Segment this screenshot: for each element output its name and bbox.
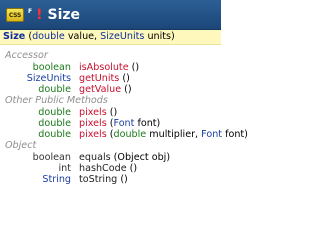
method-name: pixels	[79, 107, 107, 118]
method-row[interactable]: String toString ()	[0, 174, 221, 185]
method-args: ()	[117, 174, 128, 185]
param-type-font: Font	[201, 129, 223, 140]
exclamation-icon: !	[36, 6, 43, 23]
section-other-public-methods: Other Public Methods	[5, 95, 108, 106]
method-args-close: font)	[222, 129, 248, 140]
method-args-mid: multiplier,	[146, 129, 202, 140]
method-signature: isAbsolute ()	[71, 62, 139, 73]
method-args-open: (	[106, 129, 114, 140]
param-type-font: Font	[113, 118, 135, 129]
method-args: (Object obj)	[110, 152, 171, 163]
method-row[interactable]: boolean equals (Object obj)	[0, 152, 221, 163]
method-row[interactable]: double pixels ()	[0, 107, 221, 118]
method-signature: equals (Object obj)	[71, 152, 170, 163]
method-signature: getUnits ()	[71, 73, 130, 84]
method-signature: getValue ()	[71, 84, 132, 95]
return-type: boolean	[32, 62, 71, 73]
method-row[interactable]: double getValue ()	[0, 84, 221, 95]
param-type-double: double	[113, 129, 147, 140]
method-signature: hashCode ()	[71, 163, 137, 174]
method-row[interactable]: double pixels (Font font)	[0, 118, 221, 129]
section-object: Object	[5, 140, 37, 151]
class-header: CSS F ! Size	[0, 0, 221, 30]
method-args-close: font)	[134, 118, 161, 129]
method-args: ()	[126, 163, 138, 174]
param-units: units	[144, 31, 172, 42]
final-icon: F	[28, 8, 33, 15]
method-signature: pixels (Font font)	[71, 118, 160, 129]
return-type: double	[38, 129, 71, 140]
method-args-open: (	[106, 118, 114, 129]
constructor-row[interactable]: Size (double value, SizeUnits units)	[0, 30, 221, 45]
method-args: ()	[119, 73, 130, 84]
section-accessor: Accessor	[5, 50, 48, 61]
method-row[interactable]: SizeUnits getUnits ()	[0, 73, 221, 84]
method-name: pixels	[79, 129, 107, 140]
method-row[interactable]: double pixels (double multiplier, Font f…	[0, 129, 248, 140]
method-row[interactable]: boolean isAbsolute ()	[0, 62, 221, 73]
method-name: toString	[79, 174, 118, 185]
class-card: CSS F ! Size Size (double value, SizeUni…	[0, 0, 248, 212]
method-signature: pixels ()	[71, 107, 117, 118]
method-name: getUnits	[79, 73, 120, 84]
method-row[interactable]: int hashCode ()	[0, 163, 221, 174]
constructor-close: )	[171, 31, 175, 42]
constructor-name: Size	[3, 31, 26, 42]
method-name: isAbsolute	[79, 62, 129, 73]
method-name: getValue	[79, 84, 122, 95]
return-type: String	[42, 174, 71, 185]
method-name: hashCode	[79, 163, 127, 174]
method-name: equals	[79, 152, 111, 163]
method-args: ()	[128, 62, 140, 73]
method-signature: pixels (double multiplier, Font font)	[71, 129, 248, 140]
param-value: value,	[64, 31, 101, 42]
param-type-double: double	[32, 31, 65, 42]
method-args: ()	[121, 84, 132, 95]
css-icon: CSS	[6, 7, 24, 22]
return-type: double	[38, 118, 71, 129]
method-name: pixels	[79, 118, 107, 129]
return-type: double	[38, 84, 71, 95]
param-type-sizeunits: SizeUnits	[100, 31, 145, 42]
return-type: int	[58, 163, 71, 174]
return-type: boolean	[32, 152, 71, 163]
method-signature: toString ()	[71, 174, 128, 185]
class-title: Size	[47, 6, 81, 23]
return-type: double	[38, 107, 71, 118]
method-args: ()	[106, 107, 118, 118]
return-type: SizeUnits	[26, 73, 71, 84]
